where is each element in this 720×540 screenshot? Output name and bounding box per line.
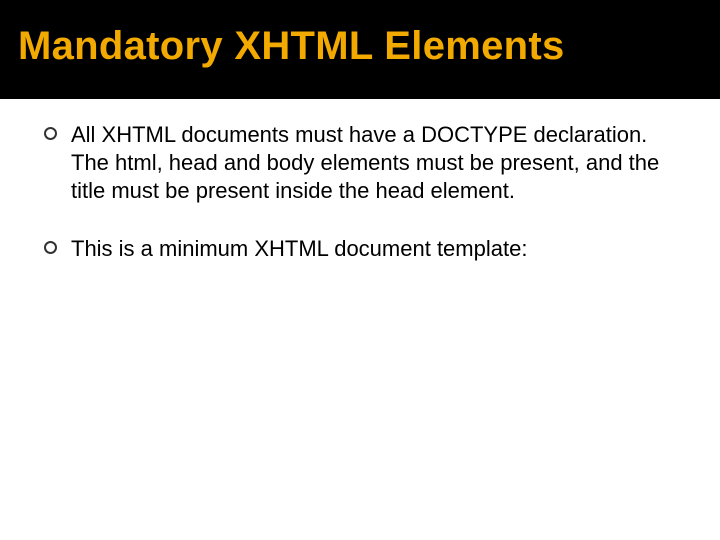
slide: Mandatory XHTML Elements All XHTML docum… <box>0 0 720 540</box>
list-item: All XHTML documents must have a DOCTYPE … <box>44 121 676 205</box>
bullet-icon <box>44 241 57 254</box>
bullet-icon <box>44 127 57 140</box>
bullet-text: All XHTML documents must have a DOCTYPE … <box>71 121 676 205</box>
title-band: Mandatory XHTML Elements <box>0 0 720 99</box>
slide-title: Mandatory XHTML Elements <box>18 24 702 69</box>
bullet-text: This is a minimum XHTML document templat… <box>71 235 527 263</box>
slide-body: All XHTML documents must have a DOCTYPE … <box>0 99 720 264</box>
list-item: This is a minimum XHTML document templat… <box>44 235 676 263</box>
